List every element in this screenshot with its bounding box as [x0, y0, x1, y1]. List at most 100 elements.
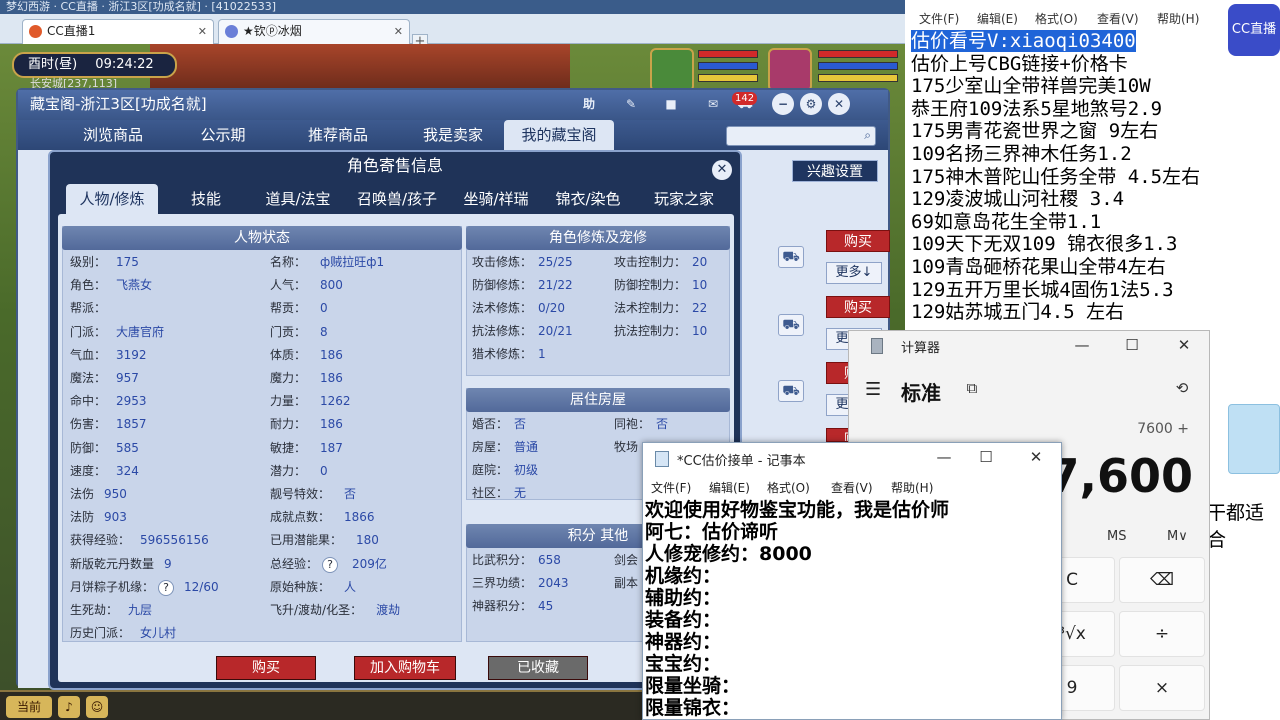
maximize-icon[interactable]: ☐	[1121, 334, 1143, 356]
stat-label: 飞升/渡劫/化圣：	[270, 603, 363, 617]
channel-current-button[interactable]: 当前	[6, 696, 52, 718]
add-to-cart-button[interactable]: 加入购物车	[354, 656, 456, 680]
stat-value: 957	[116, 371, 139, 385]
close-tab-icon[interactable]: ✕	[394, 20, 403, 43]
edit-icon[interactable]: ✎	[620, 93, 642, 115]
stat-value: 186	[320, 371, 343, 385]
info-label: 抗法控制力：	[614, 324, 687, 338]
info-row: 社区： 无	[472, 485, 526, 501]
tab-costumes[interactable]: 锦衣/染色	[544, 184, 632, 214]
divide-button[interactable]: ÷	[1119, 611, 1205, 657]
search-input[interactable]: ⌕	[726, 126, 876, 146]
menu-file[interactable]: 文件(F)	[651, 479, 691, 496]
notepad-line: 宝宝约：	[645, 653, 722, 675]
stat-label: 角色：	[70, 278, 107, 293]
overlay-price-line: 175神木普陀山任务全带 4.5左右	[911, 165, 1201, 188]
pet-portrait[interactable]	[650, 48, 694, 92]
cbg-title: 藏宝阁-浙江3区[功成名就]	[30, 95, 207, 113]
browser-tab-cc[interactable]: CC直播1 ✕	[22, 19, 214, 44]
info-icon[interactable]: ?	[158, 579, 175, 596]
more-button[interactable]: 更多↓	[826, 262, 882, 284]
stat-row: 防御： 585	[70, 440, 139, 456]
dialog-close-icon[interactable]: ✕	[712, 160, 732, 180]
hamburger-menu-icon[interactable]: ☰	[865, 379, 881, 400]
info-label: 庭院：	[472, 463, 509, 477]
stat-value: 大唐官府	[116, 324, 165, 339]
stop-icon[interactable]: ■	[660, 93, 682, 115]
nav-recommend[interactable]: 推荐商品	[283, 120, 393, 150]
buy-button[interactable]: 购买	[826, 230, 890, 252]
notepad-text-area[interactable]: 欢迎使用好物鉴宝功能，我是估价师 阿七：估价谛听 人修宠修约：8000 机缘约： 辅助约…	[645, 499, 1055, 719]
nav-public[interactable]: 公示期	[178, 120, 268, 150]
close-icon[interactable]: ✕	[828, 93, 850, 115]
stat-label: 人气：	[270, 278, 307, 293]
tab-summons[interactable]: 召唤兽/孩子	[346, 184, 448, 214]
tab-character[interactable]: 人物/修炼	[66, 184, 158, 214]
cart-count-badge: 142	[732, 92, 758, 105]
stat-label: 历史门派：	[70, 626, 131, 641]
stat-row: 月饼粽子机缘：? 12/60	[70, 579, 219, 596]
close-tab-icon[interactable]: ✕	[198, 20, 207, 43]
tab-home[interactable]: 玩家之家	[638, 184, 730, 214]
memory-store-button[interactable]: MS	[1107, 529, 1126, 544]
tab-items[interactable]: 道具/法宝	[256, 184, 340, 214]
close-icon[interactable]: ✕	[1025, 446, 1047, 468]
favorited-button[interactable]: 已收藏	[488, 656, 588, 680]
close-icon[interactable]: ✕	[1173, 334, 1195, 356]
menu-edit[interactable]: 编辑(E)	[709, 479, 750, 496]
notepad-line: 神器约：	[645, 631, 722, 653]
buy-button[interactable]: 购买	[826, 296, 890, 318]
stat-label: 伤害：	[70, 417, 107, 432]
memory-view-button[interactable]: M∨	[1167, 529, 1188, 544]
player-portrait[interactable]	[768, 48, 812, 92]
voice-icon[interactable]: ♪	[58, 696, 80, 718]
minimize-icon[interactable]: —	[933, 446, 955, 468]
minimize-icon[interactable]: −	[772, 93, 794, 115]
add-cart-icon[interactable]: ⛟	[778, 246, 804, 268]
history-icon[interactable]: ⟲	[1171, 377, 1193, 399]
tab-mounts[interactable]: 坐骑/祥瑞	[452, 184, 540, 214]
overlay-price-line: 69如意岛花生全带1.1	[911, 210, 1102, 233]
multiply-button[interactable]: ×	[1119, 665, 1205, 711]
menu-help[interactable]: 帮助(H)	[891, 479, 933, 496]
side-chat-widget[interactable]	[1228, 404, 1280, 474]
nav-seller[interactable]: 我是卖家	[398, 120, 508, 150]
info-icon[interactable]: ?	[322, 556, 339, 573]
overlay-menu-edit[interactable]: 编辑(E)	[977, 10, 1018, 27]
overlay-menu-help[interactable]: 帮助(H)	[1157, 10, 1199, 27]
minimize-icon[interactable]: —	[1071, 334, 1093, 356]
message-icon[interactable]: ✉	[702, 93, 724, 115]
stat-value: 0	[320, 301, 328, 316]
info-row: 防御修炼： 21/22	[472, 277, 573, 293]
emote-icon[interactable]: ☺	[86, 696, 108, 718]
help-button[interactable]: 助	[578, 93, 600, 115]
info-value: 45	[538, 599, 554, 613]
stat-label: 总经验：	[270, 556, 319, 571]
backspace-button[interactable]: ⌫	[1119, 557, 1205, 603]
buy-button[interactable]: 购买	[216, 656, 316, 680]
menu-view[interactable]: 查看(V)	[831, 479, 873, 496]
interest-settings-button[interactable]: 兴趣设置	[792, 160, 878, 182]
add-cart-icon[interactable]: ⛟	[778, 314, 804, 336]
keep-on-top-icon[interactable]: ⧉	[961, 377, 983, 399]
stat-row: 速度： 324	[70, 463, 139, 479]
settings-icon[interactable]: ⚙	[800, 93, 822, 115]
menu-format[interactable]: 格式(O)	[767, 479, 810, 496]
browser-tab-player[interactable]: ★钦ⓟ冰烟 ✕	[218, 19, 410, 44]
info-value: 初级	[514, 463, 539, 477]
nav-my-cbg[interactable]: 我的藏宝阁	[504, 120, 614, 150]
overlay-menu-file[interactable]: 文件(F)	[919, 10, 959, 27]
info-row: 攻击控制力： 20	[614, 254, 707, 270]
dialog-tabs: 人物/修炼 技能 道具/法宝 召唤兽/孩子 坐骑/祥瑞 锦衣/染色 玩家之家	[60, 184, 734, 214]
stat-value: 1866	[344, 510, 375, 525]
pet-exp-bar	[698, 74, 758, 82]
nav-browse[interactable]: 浏览商品	[58, 120, 168, 150]
info-label: 攻击控制力：	[614, 255, 687, 269]
add-cart-icon[interactable]: ⛟	[778, 380, 804, 402]
stat-label: 月饼粽子机缘：	[70, 579, 155, 594]
maximize-icon[interactable]: ☐	[975, 446, 997, 468]
overlay-menu-view[interactable]: 查看(V)	[1097, 10, 1139, 27]
overlay-menu-format[interactable]: 格式(O)	[1035, 10, 1078, 27]
search-icon[interactable]: ⌕	[864, 128, 871, 143]
tab-skills[interactable]: 技能	[170, 184, 242, 214]
